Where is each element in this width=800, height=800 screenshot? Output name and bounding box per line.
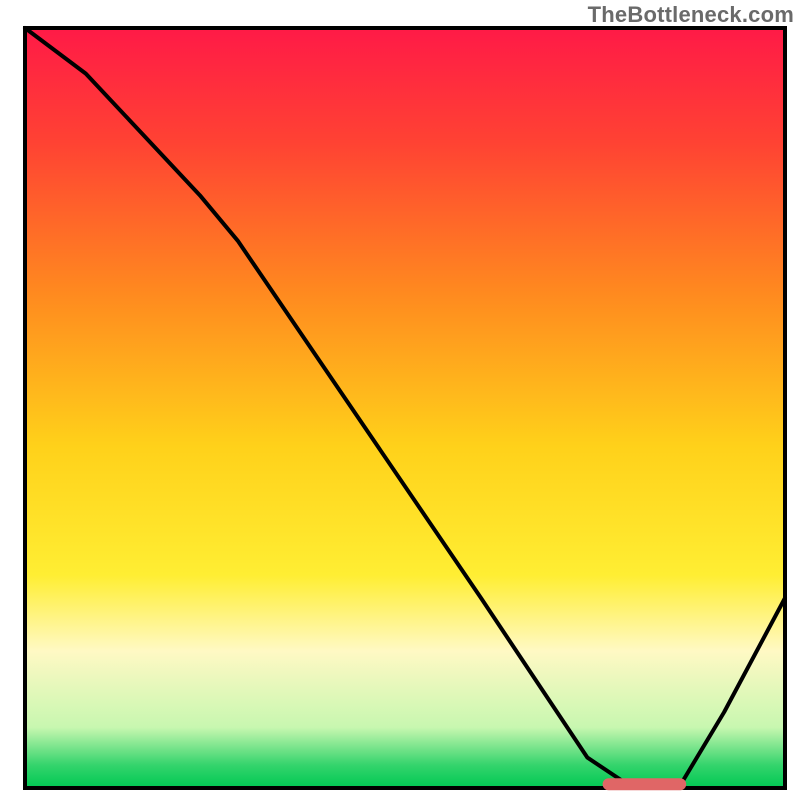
- chart-container: TheBottleneck.com: [0, 0, 800, 800]
- plot-background: [25, 28, 785, 788]
- bottleneck-chart: [0, 0, 800, 800]
- optimal-range-marker: [603, 778, 687, 790]
